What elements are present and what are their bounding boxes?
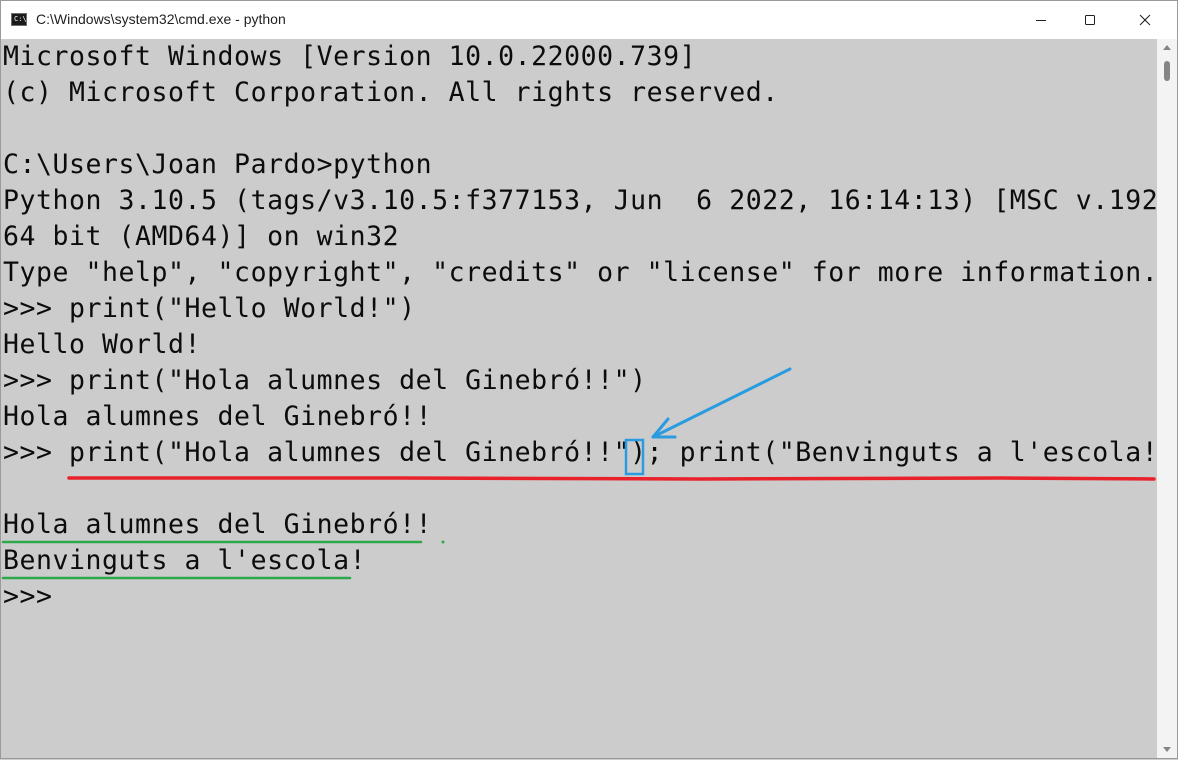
minimize-icon (1036, 20, 1046, 21)
cmd-window: C:\ C:\Windows\system32\cmd.exe - python… (0, 0, 1178, 759)
console-line: (c) Microsoft Corporation. All rights re… (3, 77, 779, 108)
console-output[interactable]: Microsoft Windows [Version 10.0.22000.73… (1, 39, 1156, 758)
console-line: Benvinguts a l'escola! (3, 545, 367, 576)
cmd-icon: C:\ (11, 13, 27, 26)
title-bar[interactable]: C:\ C:\Windows\system32\cmd.exe - python (1, 1, 1177, 39)
console-line: >>> print("Hola alumnes del Ginebró!!") (3, 365, 647, 396)
vertical-scrollbar[interactable] (1157, 39, 1177, 758)
close-icon (1139, 14, 1151, 26)
console-line: Type "help", "copyright", "credits" or "… (3, 257, 1156, 288)
console-line: Hello World! (3, 329, 202, 360)
console-line: 64 bit (AMD64)] on win32 (3, 221, 400, 252)
window-title: C:\Windows\system32\cmd.exe - python (36, 11, 286, 27)
console-line: Hola alumnes del Ginebró!! (3, 509, 433, 540)
maximize-button[interactable] (1064, 1, 1116, 39)
console-line: >>> print("Hello World!") (3, 293, 416, 324)
console-line: Microsoft Windows [Version 10.0.22000.73… (3, 41, 697, 72)
close-button[interactable] (1119, 1, 1171, 39)
minimize-button[interactable] (1015, 1, 1067, 39)
cmd-icon-label: C:\ (14, 15, 27, 23)
console-line: >>> print("Hola alumnes del Ginebró!!");… (3, 437, 1156, 468)
scroll-thumb[interactable] (1164, 61, 1170, 81)
scroll-up-icon[interactable] (1163, 45, 1171, 50)
scroll-down-icon[interactable] (1163, 747, 1171, 752)
console-line: >>> (3, 581, 53, 612)
console-line: Python 3.10.5 (tags/v3.10.5:f377153, Jun… (3, 185, 1156, 216)
console-line: Hola alumnes del Ginebró!! (3, 401, 433, 432)
maximize-icon (1085, 15, 1095, 25)
console-line: C:\Users\Joan Pardo>python (3, 149, 433, 180)
